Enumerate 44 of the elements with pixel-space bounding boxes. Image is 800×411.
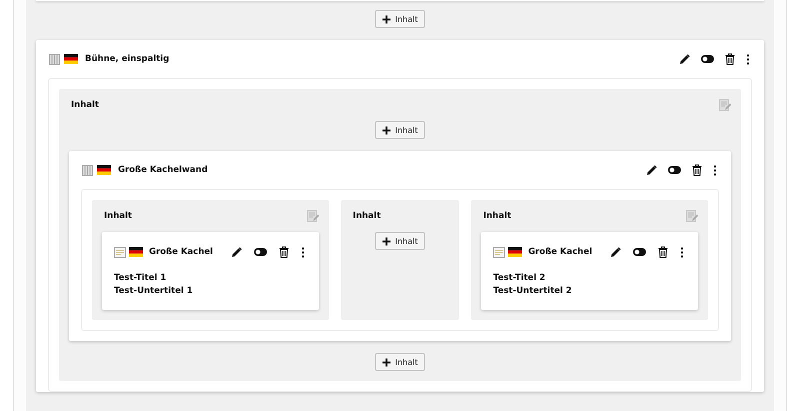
plus-icon bbox=[382, 236, 392, 246]
trash-icon[interactable] bbox=[278, 246, 289, 258]
toggle-icon[interactable] bbox=[254, 248, 267, 256]
grid-icon bbox=[82, 164, 93, 176]
add-content-button[interactable]: Inhalt bbox=[375, 10, 425, 28]
more-icon[interactable] bbox=[680, 246, 684, 258]
pencil-icon[interactable] bbox=[679, 54, 690, 64]
column-label: Inhalt bbox=[483, 211, 512, 221]
element-title: Große Kachel bbox=[149, 247, 214, 257]
column-label: Inhalt bbox=[104, 211, 132, 221]
toggle-icon[interactable] bbox=[668, 166, 681, 174]
flag-icon bbox=[508, 247, 522, 257]
tile-text: Test-Untertitel 1 bbox=[114, 285, 194, 298]
tile-text: Test-Titel 1 bbox=[114, 272, 168, 285]
more-icon[interactable] bbox=[713, 164, 717, 176]
element-title: Große Kachelwand bbox=[118, 165, 209, 175]
add-content-button[interactable]: Inhalt bbox=[375, 232, 425, 250]
tile-text: Test-Titel 2 bbox=[493, 272, 546, 285]
column-label: Inhalt bbox=[352, 211, 381, 221]
pencil-icon[interactable] bbox=[230, 246, 242, 258]
flag-icon bbox=[129, 247, 143, 257]
trash-icon[interactable] bbox=[692, 164, 702, 176]
flag-icon bbox=[64, 54, 78, 64]
tile-icon bbox=[493, 246, 506, 258]
add-content-button[interactable]: Inhalt bbox=[375, 121, 425, 139]
pencil-icon[interactable] bbox=[646, 164, 657, 176]
grid-icon bbox=[49, 54, 60, 64]
plus-icon bbox=[382, 358, 392, 366]
column-label: Inhalt bbox=[71, 100, 99, 110]
plus-icon bbox=[382, 126, 392, 134]
flag-icon bbox=[97, 165, 111, 175]
tile-text: Test-Untertitel 2 bbox=[493, 285, 573, 298]
more-icon[interactable] bbox=[300, 246, 305, 258]
toggle-icon[interactable] bbox=[701, 55, 714, 63]
add-content-button[interactable]: Inhalt bbox=[375, 353, 425, 371]
trash-icon[interactable] bbox=[658, 246, 668, 258]
element-title: Bühne, einspaltig bbox=[85, 54, 170, 64]
trash-icon[interactable] bbox=[725, 53, 735, 65]
more-icon[interactable] bbox=[746, 54, 750, 64]
plus-icon bbox=[382, 14, 392, 24]
tile-icon bbox=[114, 246, 126, 258]
element-title: Große Kachel bbox=[528, 247, 594, 257]
pencil-icon[interactable] bbox=[610, 246, 621, 258]
toggle-icon[interactable] bbox=[633, 248, 646, 256]
